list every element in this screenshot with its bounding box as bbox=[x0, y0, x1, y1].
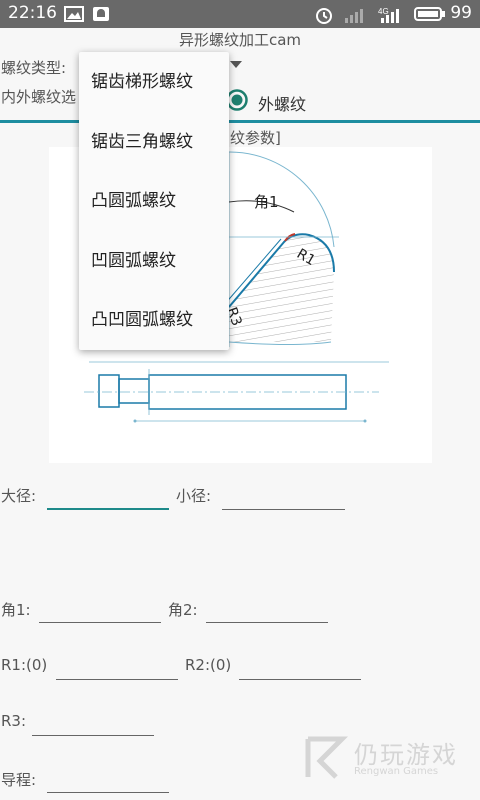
menu-item-sawtooth-triangle[interactable]: 锯齿三角螺纹 bbox=[79, 112, 229, 172]
angle1-input[interactable] bbox=[39, 622, 161, 623]
r3-label: R3: bbox=[1, 712, 27, 730]
image-icon bbox=[64, 6, 84, 22]
outer-thread-radio[interactable] bbox=[226, 89, 248, 111]
watermark-logo-icon bbox=[305, 736, 349, 779]
network-label: 4G bbox=[378, 7, 389, 16]
app-title: 异形螺纹加工cam bbox=[178, 31, 302, 49]
menu-item-concave-arc[interactable]: 凹圆弧螺纹 bbox=[79, 231, 229, 291]
watermark-text: 仍玩游戏 bbox=[354, 741, 458, 769]
major-diameter-input[interactable] bbox=[47, 508, 169, 510]
r3-input[interactable] bbox=[32, 735, 154, 736]
signal-icon bbox=[345, 9, 363, 23]
minor-diameter-input[interactable] bbox=[222, 509, 345, 510]
section-divider bbox=[0, 120, 480, 123]
angle2-label: 角2: bbox=[168, 601, 198, 619]
alarm-icon bbox=[316, 8, 332, 24]
menu-item-convex-arc[interactable]: 凸圆弧螺纹 bbox=[79, 171, 229, 231]
angle-label: 角1 bbox=[254, 193, 279, 211]
lead-label: 导程: bbox=[1, 771, 37, 789]
angle1-label: 角1: bbox=[1, 601, 31, 619]
status-time: 22:16 bbox=[8, 3, 57, 23]
minor-diameter-label: 小径: bbox=[176, 487, 212, 505]
signal-4g-icon: 4G bbox=[378, 7, 399, 23]
r1-input[interactable] bbox=[56, 679, 178, 680]
battery-icon bbox=[414, 7, 445, 21]
thread-type-label: 螺纹类型: bbox=[1, 59, 67, 77]
r2-input[interactable] bbox=[239, 679, 361, 680]
angle2-input[interactable] bbox=[206, 622, 328, 623]
r2-label: R2:(0) bbox=[185, 656, 232, 674]
status-bar: 22:16 4G 99 bbox=[0, 0, 480, 28]
lead-input[interactable] bbox=[47, 792, 169, 793]
thread-type-menu: 锯齿梯形螺纹 锯齿三角螺纹 凸圆弧螺纹 凹圆弧螺纹 凸凹圆弧螺纹 bbox=[79, 52, 229, 350]
r1-label: R1:(0) bbox=[1, 656, 48, 674]
params-header: 纹参数] bbox=[230, 129, 281, 147]
major-diameter-label: 大径: bbox=[1, 487, 37, 505]
inner-outer-label: 内外螺纹选 bbox=[1, 88, 77, 106]
battery-level: 99 bbox=[450, 3, 472, 23]
watermark-subtext: Rengwan Games bbox=[354, 766, 439, 777]
watermark: 仍玩游戏 Rengwan Games bbox=[302, 733, 472, 783]
menu-item-convex-concave-arc[interactable]: 凸凹圆弧螺纹 bbox=[79, 290, 229, 350]
outer-thread-label[interactable]: 外螺纹 bbox=[258, 91, 306, 115]
notification-icon bbox=[93, 7, 109, 21]
menu-item-sawtooth-trapezoid[interactable]: 锯齿梯形螺纹 bbox=[79, 52, 229, 112]
thread-type-dropdown-arrow-icon[interactable] bbox=[230, 61, 242, 68]
